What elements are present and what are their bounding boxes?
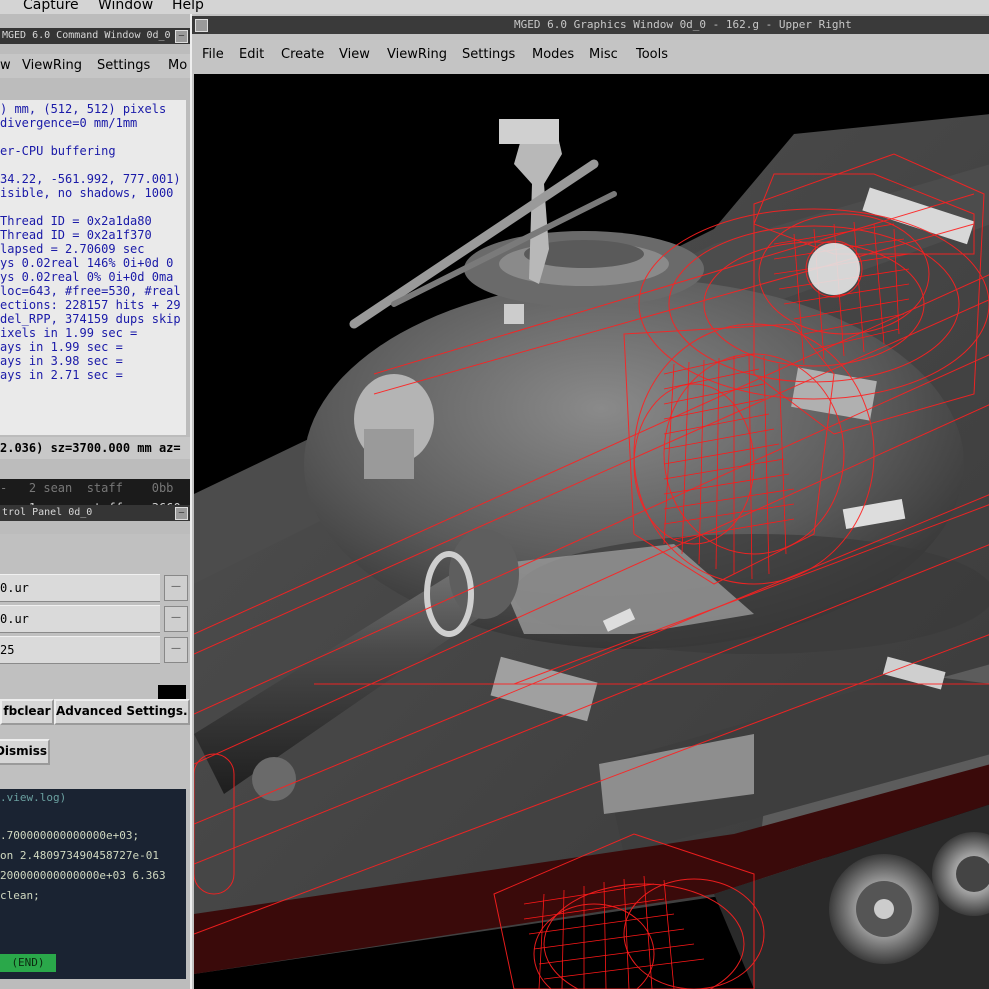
command-window-titlebar[interactable]: MGED 6.0 Command Window 0d_0 –: [0, 28, 190, 44]
pager-end-badge: (END): [0, 954, 56, 972]
menu-create[interactable]: Create: [281, 40, 324, 70]
command-window-title: MGED 6.0 Command Window 0d_0: [2, 30, 171, 41]
tank-model-render: [194, 114, 989, 989]
cupola-base: [504, 304, 524, 324]
gun-mantlet: [449, 529, 519, 619]
console-line: ays in 1.99 sec =: [0, 340, 123, 354]
menu-misc[interactable]: Misc: [589, 40, 618, 70]
console-line: Thread ID = 0x2a1da80: [0, 214, 152, 228]
3d-viewport[interactable]: [194, 74, 989, 989]
console-line: ays in 2.71 sec =: [0, 368, 123, 382]
dismiss-button[interactable]: Dismiss: [0, 739, 50, 765]
console-line: del_RPP, 374159 dups skip: [0, 312, 181, 326]
control-field-2[interactable]: 0.ur: [0, 605, 160, 633]
control-panel-titlebar[interactable]: trol Panel 0d_0 –: [0, 505, 190, 521]
terminal-line: on 2.480973490458727e-01: [0, 849, 159, 862]
command-menu-view[interactable]: w: [0, 54, 11, 78]
console-line: lapsed = 2.70609 sec: [0, 242, 145, 256]
terminal-line: .700000000000000e+03;: [0, 829, 140, 842]
view-status-text: 2.036) sz=3700.000 mm az=: [0, 441, 181, 455]
graphics-window-menubar: File Edit Create View ViewRing Settings …: [192, 40, 989, 70]
console-line: ections: 228157 hits + 29: [0, 298, 181, 312]
console-line: 34.22, -561.992, 777.001): [0, 172, 181, 186]
command-console-output[interactable]: ) mm, (512, 512) pixels divergence=0 mm/…: [0, 100, 186, 435]
console-line: ays in 3.98 sec =: [0, 354, 123, 368]
terminal-line: .view.log): [0, 791, 67, 804]
console-line: loc=643, #free=530, #real: [0, 284, 181, 298]
console-line: ys 0.02real 0% 0i+0d 0ma: [0, 270, 174, 284]
menu-file[interactable]: File: [202, 40, 224, 70]
graphics-window: MGED 6.0 Graphics Window 0d_0 - 162.g - …: [190, 14, 989, 989]
terminal-output[interactable]: .view.log) .700000000000000e+03; on 2.4809…: [0, 789, 186, 979]
control-panel-title: trol Panel 0d_0: [2, 507, 93, 518]
view-status-line: 2.036) sz=3700.000 mm az=: [0, 437, 190, 459]
command-window-menubar: w ViewRing Settings Mo: [0, 54, 190, 78]
graphics-window-titlebar[interactable]: MGED 6.0 Graphics Window 0d_0 - 162.g - …: [192, 16, 989, 34]
advanced-settings-button[interactable]: Advanced Settings...: [54, 699, 190, 725]
console-line: er-CPU buffering: [0, 144, 116, 158]
menu-capture[interactable]: Capture: [23, 0, 79, 12]
dropdown-icon[interactable]: —: [164, 575, 188, 601]
menu-settings[interactable]: Settings: [462, 40, 515, 70]
hull-hatch: [252, 757, 296, 801]
menu-help[interactable]: Help: [172, 0, 204, 12]
graphics-window-title: MGED 6.0 Graphics Window 0d_0 - 162.g - …: [514, 18, 852, 31]
command-menu-modes[interactable]: Mo: [168, 54, 187, 78]
fbclear-button[interactable]: fbclear: [0, 699, 54, 725]
terminal-line: clean;: [0, 889, 40, 902]
menu-window[interactable]: Window: [98, 0, 153, 12]
menu-tools[interactable]: Tools: [636, 40, 668, 70]
list-item: - 2 sean staff 0bb: [0, 481, 174, 495]
console-line: ) mm, (512, 512) pixels: [0, 102, 167, 116]
window-close-icon[interactable]: –: [175, 507, 188, 520]
desktop-menubar: Capture Window Help: [0, 0, 989, 15]
menu-view[interactable]: View: [339, 40, 370, 70]
console-line: isible, no shadows, 1000: [0, 186, 174, 200]
terminal-line: 200000000000000e+03 6.363: [0, 869, 166, 882]
console-line: Thread ID = 0x2a1f370: [0, 228, 152, 242]
control-field-1[interactable]: 0.ur: [0, 574, 160, 602]
console-line: divergence=0 mm/1mm: [0, 116, 138, 130]
console-line: ys 0.02real 146% 0i+0d 0: [0, 256, 174, 270]
console-line: ixels in 1.99 sec =: [0, 326, 138, 340]
control-field-3[interactable]: 25: [0, 636, 160, 664]
window-menu-icon[interactable]: [195, 19, 208, 32]
left-window-stack: MGED 6.0 Command Window 0d_0 – w ViewRin…: [0, 14, 190, 989]
dropdown-icon[interactable]: —: [164, 606, 188, 632]
menu-edit[interactable]: Edit: [239, 40, 264, 70]
menu-modes[interactable]: Modes: [532, 40, 574, 70]
hatch-highlight: [808, 243, 860, 295]
dropdown-icon[interactable]: —: [164, 637, 188, 663]
command-menu-viewring[interactable]: ViewRing: [22, 54, 82, 78]
window-close-icon[interactable]: –: [175, 30, 188, 43]
command-menu-settings[interactable]: Settings: [97, 54, 150, 78]
menu-viewring[interactable]: ViewRing: [387, 40, 447, 70]
